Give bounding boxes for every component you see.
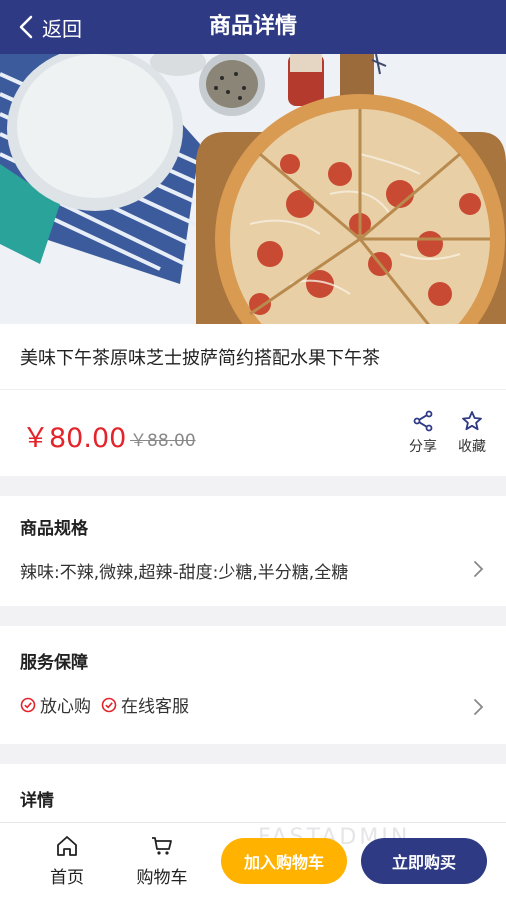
star-icon [462, 411, 482, 431]
bottom-bar: FASTADMIN 首页 购物车 加入购物车 立即购买 [0, 822, 506, 900]
top-navbar: 返回 商品详情 [0, 0, 506, 54]
share-label: 分享 [409, 439, 437, 455]
tab-cart[interactable]: 购物车 [132, 835, 192, 888]
spec-title: 商品规格 [20, 519, 88, 539]
detail-title: 详情 [20, 791, 54, 811]
chevron-left-icon [19, 15, 33, 39]
back-label: 返回 [42, 16, 82, 41]
plate [7, 54, 183, 211]
service-item: 在线客服 [101, 692, 189, 717]
add-to-cart-button[interactable]: 加入购物车 [221, 838, 347, 884]
product-image[interactable] [0, 54, 506, 324]
detail-section: 详情 [0, 764, 506, 824]
service-items: 放心购 在线客服 [20, 692, 189, 717]
favorite-button[interactable]: 收藏 [452, 410, 492, 456]
buy-now-button[interactable]: 立即购买 [361, 838, 487, 884]
share-icon [413, 410, 433, 432]
price-card: ￥80.00 ￥88.00 分享 收藏 [0, 390, 506, 476]
chevron-right-icon [474, 561, 484, 577]
service-item-label: 放心购 [40, 697, 91, 717]
spec-value: 辣味:不辣,微辣,超辣-甜度:少糖,半分糖,全糖 [20, 563, 349, 583]
product-price: ￥80.00 [22, 423, 127, 454]
service-title: 服务保障 [20, 653, 88, 673]
home-icon [57, 836, 77, 856]
tab-home-label: 首页 [50, 868, 84, 888]
service-section[interactable]: 服务保障 放心购 在线客服 [0, 626, 506, 744]
check-circle-icon [20, 697, 36, 712]
cart-icon [152, 837, 172, 855]
favorite-label: 收藏 [458, 439, 486, 455]
check-circle-icon [101, 697, 117, 712]
chevron-right-icon [474, 699, 484, 715]
service-item-label: 在线客服 [121, 697, 189, 717]
spec-section[interactable]: 商品规格 辣味:不辣,微辣,超辣-甜度:少糖,半分糖,全糖 [0, 496, 506, 606]
product-title: 美味下午茶原味芝士披萨简约搭配水果下午茶 [20, 348, 380, 369]
back-button[interactable]: 返回 [18, 0, 82, 54]
original-price: ￥88.00 [130, 431, 196, 451]
tab-cart-label: 购物车 [136, 868, 188, 888]
tab-home[interactable]: 首页 [37, 835, 97, 888]
share-button[interactable]: 分享 [403, 410, 443, 456]
product-title-card: 美味下午茶原味芝士披萨简约搭配水果下午茶 [0, 324, 506, 390]
service-item: 放心购 [20, 692, 91, 717]
